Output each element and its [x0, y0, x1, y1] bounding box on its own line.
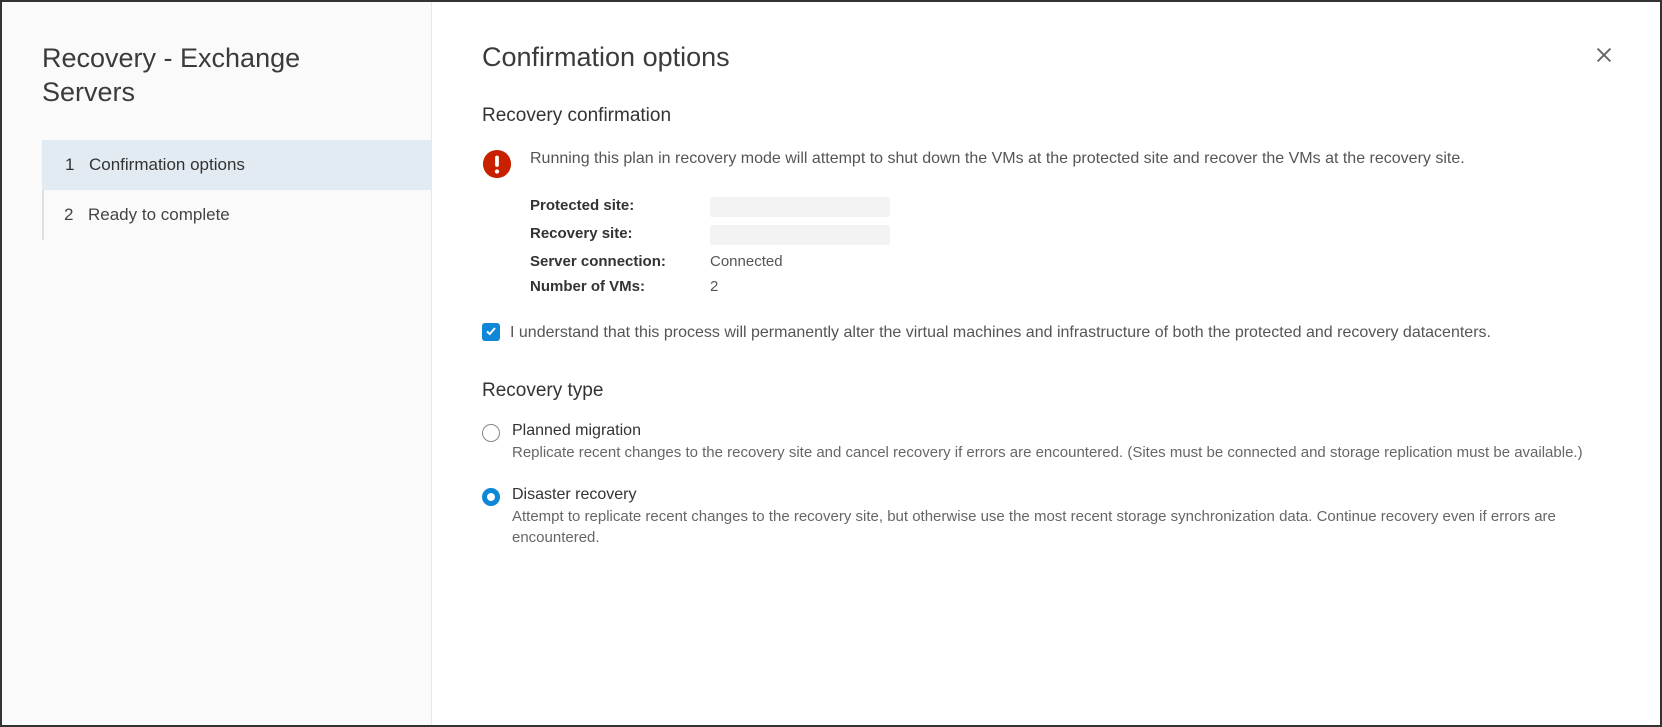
info-label: Server connection: — [530, 253, 710, 270]
wizard-title: Recovery - Exchange Servers — [2, 42, 431, 140]
close-button[interactable] — [1593, 44, 1615, 70]
step-number: 2 — [64, 205, 76, 225]
step-label: Ready to complete — [88, 205, 230, 225]
ack-checkbox-label: I understand that this process will perm… — [510, 321, 1491, 346]
recovery-wizard-dialog: Recovery - Exchange Servers 1 Confirmati… — [0, 0, 1662, 727]
radio-title: Disaster recovery — [512, 486, 1610, 504]
info-row-protected-site: Protected site: — [530, 193, 1610, 221]
section-heading-confirmation: Recovery confirmation — [482, 105, 1610, 127]
info-value-connection: Connected — [710, 253, 783, 270]
radio-description: Replicate recent changes to the recovery… — [512, 442, 1610, 464]
radio-item-planned-migration[interactable]: Planned migration Replicate recent chang… — [482, 422, 1610, 464]
info-value-vm-count: 2 — [710, 278, 718, 295]
info-label: Number of VMs: — [530, 278, 710, 295]
radio-item-disaster-recovery[interactable]: Disaster recovery Attempt to replicate r… — [482, 486, 1610, 550]
step-number: 1 — [65, 155, 77, 175]
radio-title: Planned migration — [512, 422, 1610, 440]
checkmark-icon — [485, 324, 497, 341]
step-ready-to-complete[interactable]: 2 Ready to complete — [44, 190, 431, 240]
step-confirmation-options[interactable]: 1 Confirmation options — [42, 140, 431, 190]
close-icon — [1593, 53, 1615, 70]
radio-button[interactable] — [482, 424, 500, 442]
radio-description: Attempt to replicate recent changes to t… — [512, 506, 1610, 550]
info-label: Recovery site: — [530, 225, 710, 245]
ack-checkbox-row: I understand that this process will perm… — [482, 321, 1610, 346]
warning-text: Running this plan in recovery mode will … — [530, 147, 1465, 172]
step-label: Confirmation options — [89, 155, 245, 175]
redacted-value — [710, 225, 890, 245]
page-title: Confirmation options — [482, 42, 1610, 73]
redacted-value — [710, 197, 890, 217]
info-row-vm-count: Number of VMs: 2 — [530, 274, 1610, 299]
wizard-sidebar: Recovery - Exchange Servers 1 Confirmati… — [2, 2, 432, 725]
recovery-type-radio-group: Planned migration Replicate recent chang… — [482, 422, 1610, 549]
info-row-recovery-site: Recovery site: — [530, 221, 1610, 249]
info-value-recovery-site — [710, 225, 890, 245]
info-label: Protected site: — [530, 197, 710, 217]
radio-button[interactable] — [482, 488, 500, 506]
site-info-table: Protected site: Recovery site: Server co… — [530, 193, 1610, 299]
info-row-connection: Server connection: Connected — [530, 249, 1610, 274]
warning-row: Running this plan in recovery mode will … — [482, 147, 1610, 179]
info-value-protected-site — [710, 197, 890, 217]
radio-content: Planned migration Replicate recent chang… — [512, 422, 1610, 464]
alert-icon — [482, 149, 512, 179]
section-heading-recovery-type: Recovery type — [482, 380, 1610, 402]
ack-checkbox[interactable] — [482, 323, 500, 341]
radio-content: Disaster recovery Attempt to replicate r… — [512, 486, 1610, 550]
wizard-steps: 1 Confirmation options 2 Ready to comple… — [42, 140, 431, 240]
wizard-main: Confirmation options Recovery confirmati… — [432, 2, 1660, 725]
